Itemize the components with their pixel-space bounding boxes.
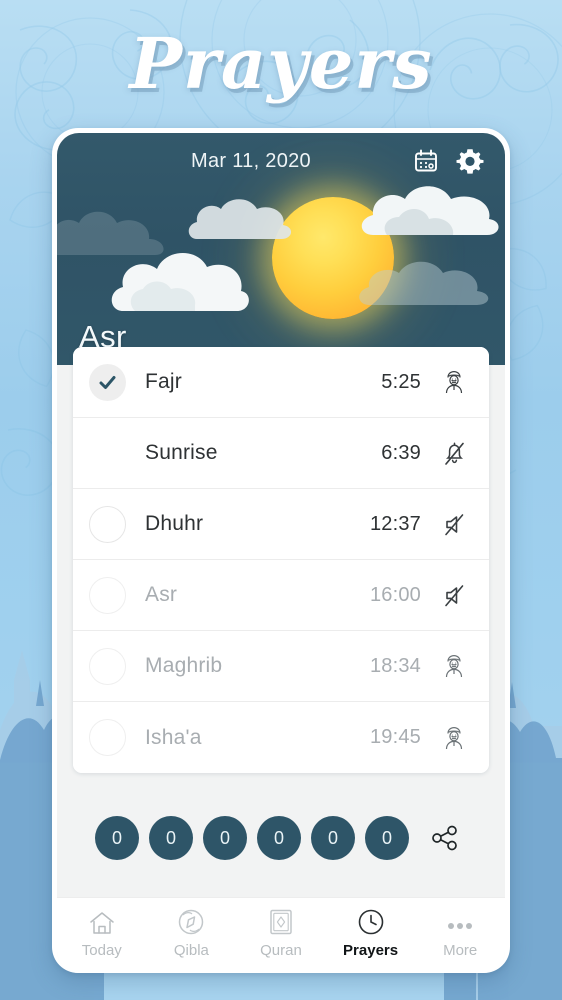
prayer-name: Fajr bbox=[145, 370, 182, 393]
cloud-lower-right bbox=[355, 251, 505, 311]
nav-label: Prayers bbox=[343, 942, 399, 959]
muezzin-icon[interactable] bbox=[437, 369, 471, 395]
prayer-time: 5:25 bbox=[381, 370, 421, 393]
quran-icon bbox=[268, 908, 294, 936]
page-title: Prayers bbox=[129, 22, 433, 105]
hero-weather-banner: Mar 11, 2020 Asr bbox=[57, 133, 505, 365]
gear-icon[interactable] bbox=[453, 144, 487, 178]
prayer-checkbox-ishaa[interactable] bbox=[89, 719, 145, 756]
speaker-mute-icon[interactable] bbox=[437, 582, 471, 609]
prayer-name: Maghrib bbox=[145, 654, 223, 677]
prayer-checkbox-dhuhr[interactable] bbox=[89, 505, 145, 543]
unchecked-circle-icon bbox=[89, 719, 126, 756]
nav-item-quran[interactable]: Quran bbox=[236, 908, 326, 959]
counter-badge[interactable]: 0 bbox=[365, 816, 409, 860]
table-row[interactable]: Fajr 5:25 bbox=[73, 347, 489, 418]
nav-label: Qibla bbox=[173, 942, 209, 959]
table-row[interactable]: Dhuhr 12:37 bbox=[73, 489, 489, 560]
nav-label: Quran bbox=[260, 942, 302, 959]
dots-icon bbox=[444, 908, 476, 936]
table-row[interactable]: Sunrise 6:39 bbox=[73, 418, 489, 489]
prayer-time: 18:34 bbox=[369, 654, 421, 677]
counter-badge[interactable]: 0 bbox=[203, 816, 247, 860]
prayer-name: Dhuhr bbox=[145, 512, 204, 535]
calendar-icon[interactable] bbox=[409, 144, 443, 178]
phone-frame: Mar 11, 2020 Asr Fajr 5:25 Sunrise 6:39 … bbox=[52, 128, 510, 973]
clock-icon bbox=[357, 908, 385, 936]
counter-badge[interactable]: 0 bbox=[149, 816, 193, 860]
cloud-left bbox=[109, 241, 249, 319]
prayer-time: 6:39 bbox=[381, 441, 421, 464]
prayer-time: 19:45 bbox=[369, 726, 421, 748]
prayer-time: 16:00 bbox=[369, 583, 421, 606]
prayer-counters-row: 0 0 0 0 0 0 bbox=[57, 773, 505, 897]
prayer-list-container: Fajr 5:25 Sunrise 6:39 Dhuhr 12:37 Asr 1… bbox=[57, 347, 505, 773]
table-row[interactable]: Isha'a 19:45 bbox=[73, 702, 489, 773]
home-icon bbox=[88, 908, 116, 936]
prayer-name: Isha'a bbox=[145, 725, 202, 749]
bottom-navigation: Today Qibla Quran Prayers More bbox=[57, 897, 505, 973]
table-row[interactable]: Maghrib 18:34 bbox=[73, 631, 489, 702]
nav-item-more[interactable]: More bbox=[415, 908, 505, 959]
table-row[interactable]: Asr 16:00 bbox=[73, 560, 489, 631]
prayer-time: 12:37 bbox=[369, 512, 421, 535]
cloud-upper-right bbox=[357, 181, 505, 241]
share-icon[interactable] bbox=[423, 816, 467, 860]
prayer-checkbox-asr[interactable] bbox=[89, 576, 145, 614]
cloud-upper-left bbox=[187, 193, 297, 245]
compass-icon bbox=[177, 908, 205, 936]
nav-label: Today bbox=[81, 942, 122, 959]
check-icon bbox=[89, 363, 126, 401]
unchecked-circle-icon bbox=[89, 647, 126, 685]
app-screen: Mar 11, 2020 Asr Fajr 5:25 Sunrise 6:39 … bbox=[57, 133, 505, 973]
unchecked-circle-icon bbox=[89, 505, 126, 543]
prayer-checkbox-maghrib[interactable] bbox=[89, 647, 145, 685]
bell-off-icon[interactable] bbox=[437, 440, 471, 467]
header-date: Mar 11, 2020 bbox=[191, 149, 311, 172]
prayer-checkbox-fajr[interactable] bbox=[89, 363, 145, 401]
nav-item-qibla[interactable]: Qibla bbox=[147, 908, 237, 959]
nav-label: More bbox=[443, 942, 478, 959]
nav-item-today[interactable]: Today bbox=[57, 908, 147, 959]
unchecked-circle-icon bbox=[89, 576, 126, 614]
counter-badge[interactable]: 0 bbox=[257, 816, 301, 860]
counter-badge[interactable]: 0 bbox=[95, 816, 139, 860]
prayer-list-card: Fajr 5:25 Sunrise 6:39 Dhuhr 12:37 Asr 1… bbox=[73, 347, 489, 773]
prayer-name: Asr bbox=[145, 583, 178, 606]
speaker-mute-icon[interactable] bbox=[437, 511, 471, 538]
prayer-name: Sunrise bbox=[145, 441, 218, 464]
app-header: Mar 11, 2020 bbox=[57, 133, 505, 189]
nav-item-prayers[interactable]: Prayers bbox=[326, 908, 416, 959]
muezzin-icon[interactable] bbox=[437, 725, 471, 751]
muezzin-icon[interactable] bbox=[437, 653, 471, 679]
counter-badge[interactable]: 0 bbox=[311, 816, 355, 860]
